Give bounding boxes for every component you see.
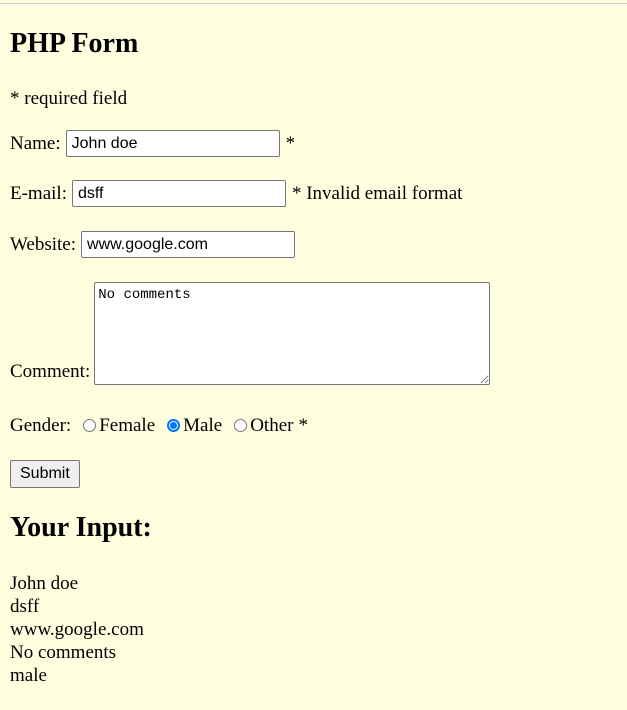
website-row: Website:	[10, 231, 301, 258]
output-line-comment: No comments	[10, 642, 117, 663]
output-line-email: dsff	[10, 596, 40, 617]
gender-radio-female[interactable]	[83, 418, 97, 432]
gender-radio-male[interactable]	[167, 418, 181, 432]
email-input[interactable]	[71, 180, 286, 207]
gender-option-female-label: Female	[99, 415, 156, 436]
name-required-marker: *	[285, 132, 296, 154]
submit-row: Submit	[10, 460, 80, 488]
comment-label: Comment:	[10, 361, 91, 382]
email-row: E-mail: * Invalid email format	[10, 180, 462, 207]
comment-textarea[interactable]: No comments	[94, 282, 491, 385]
email-error-message: * Invalid email format	[291, 182, 463, 204]
website-input[interactable]	[81, 231, 296, 258]
comment-row: Comment: No comments	[10, 282, 491, 385]
output-line-name: John doe	[10, 573, 79, 594]
top-border	[0, 3, 627, 4]
output-line-website: www.google.com	[10, 619, 144, 640]
output-list: John doe dsff www.google.com No comments…	[10, 572, 144, 687]
form-title: PHP Form	[10, 28, 139, 59]
gender-option-male-label: Male	[183, 415, 223, 436]
email-label: E-mail:	[10, 182, 67, 204]
required-note-text: * required field	[10, 88, 128, 109]
name-row: Name: *	[10, 130, 295, 157]
name-input[interactable]	[65, 130, 280, 157]
gender-radio-other[interactable]	[234, 418, 248, 432]
gender-required-marker: *	[298, 415, 308, 436]
output-title: Your Input:	[10, 512, 152, 543]
required-note: * required field	[10, 88, 127, 110]
website-label: Website:	[10, 233, 77, 255]
name-label: Name:	[10, 132, 61, 154]
gender-option-other-label: Other	[250, 415, 294, 436]
gender-label: Gender:	[10, 415, 72, 436]
gender-row: Gender: Female Male Other *	[10, 415, 308, 437]
submit-button[interactable]: Submit	[10, 460, 80, 488]
output-line-gender: male	[10, 665, 47, 686]
